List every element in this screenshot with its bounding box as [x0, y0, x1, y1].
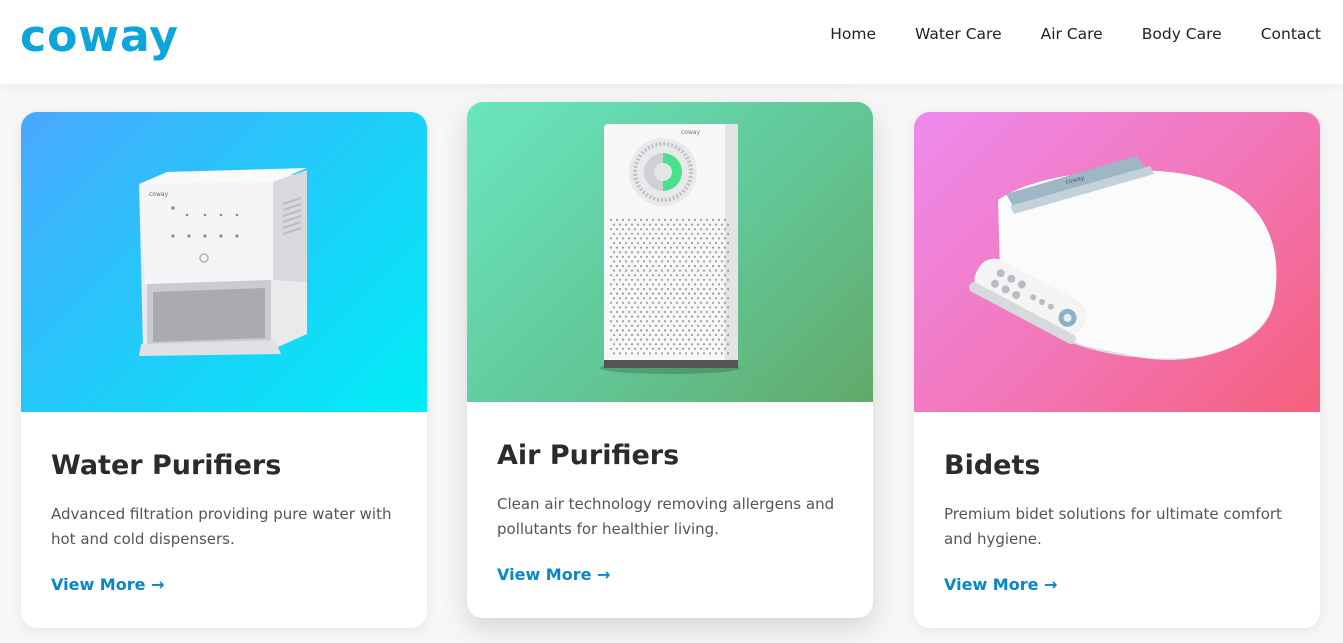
coway-logo[interactable]: coway	[20, 12, 179, 62]
card-description: Advanced filtration providing pure water…	[51, 505, 392, 548]
card-description: Premium bidet solutions for ultimate com…	[944, 505, 1282, 548]
card-title: Bidets	[944, 450, 1041, 481]
air-purifier-brand-mark: coway	[681, 129, 701, 136]
nav-air-care[interactable]: Air Care	[1041, 22, 1103, 46]
product-card-air-purifiers[interactable]: coway Air Purifiers Clean air technology…	[467, 102, 873, 618]
view-more-link[interactable]: View More →	[497, 565, 610, 584]
water-purifier-image: coway	[21, 112, 427, 412]
card-body: Water Purifiers Advanced filtration prov…	[21, 450, 427, 594]
view-more-link[interactable]: View More →	[944, 575, 1057, 594]
nav-contact[interactable]: Contact	[1261, 22, 1321, 46]
card-body: Bidets Premium bidet solutions for ultim…	[914, 450, 1320, 594]
water-purifier-brand-mark: coway	[149, 191, 169, 198]
nav-body-care[interactable]: Body Care	[1142, 22, 1222, 46]
card-body: Air Purifiers Clean air technology remov…	[467, 440, 873, 584]
air-purifier-illustration: coway	[600, 124, 740, 374]
water-purifier-illustration: coway	[139, 168, 307, 356]
card-description: Clean air technology removing allergens …	[497, 495, 835, 538]
main-nav: Home Water Care Air Care Body Care Conta…	[830, 22, 1321, 46]
card-title: Water Purifiers	[51, 450, 282, 481]
view-more-link[interactable]: View More →	[51, 575, 164, 594]
nav-water-care[interactable]: Water Care	[915, 22, 1002, 46]
nav-home[interactable]: Home	[830, 22, 876, 46]
bidet-image: coway	[914, 112, 1320, 412]
air-purifier-image: coway	[467, 102, 873, 402]
site-header: coway Home Water Care Air Care Body Care…	[0, 0, 1343, 84]
card-title: Air Purifiers	[497, 440, 680, 471]
bidet-illustration: coway	[968, 156, 1277, 360]
product-card-bidets[interactable]: coway Bidets Premium bidet solutions for…	[914, 112, 1320, 628]
product-card-water-purifiers[interactable]: coway Water Purifiers Advanced filtratio…	[21, 112, 427, 628]
